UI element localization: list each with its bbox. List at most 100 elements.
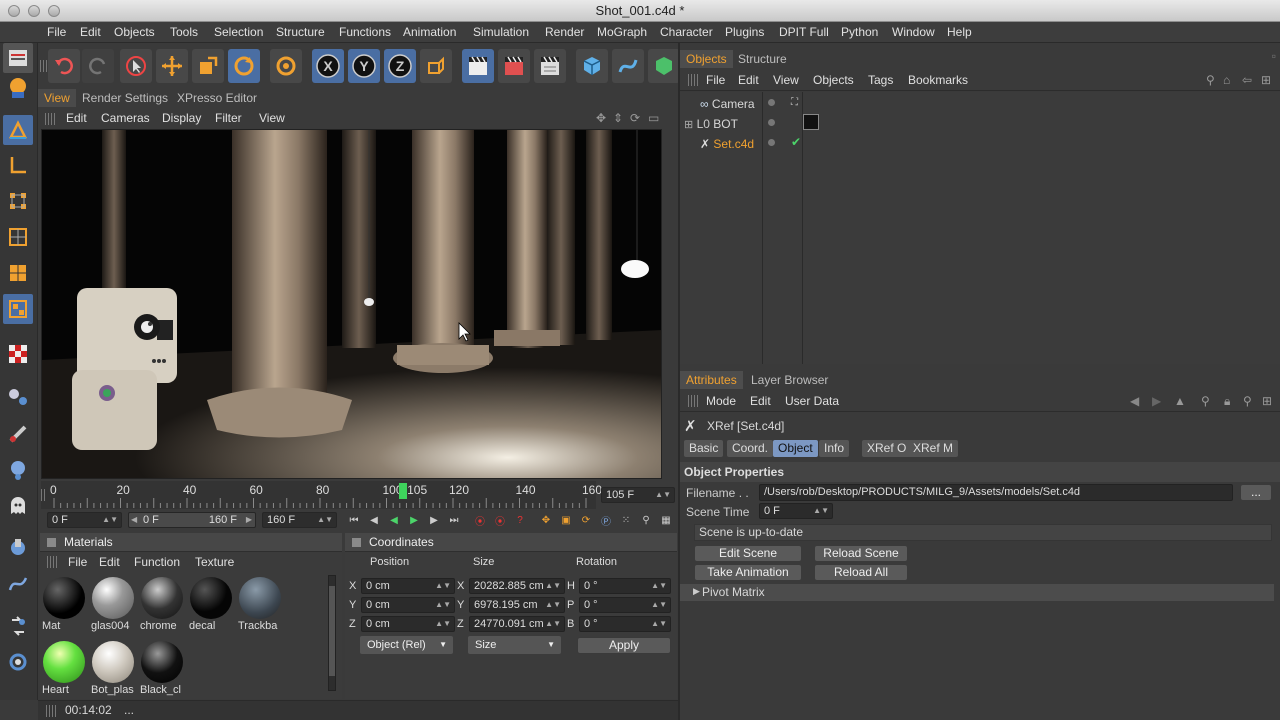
scene-time-field[interactable]: 0 F ▲▼ (759, 503, 833, 519)
size-x-field[interactable]: 20282.885 cm ▲▼ (469, 578, 565, 594)
viewport-orbit-icon[interactable]: ⟳ (630, 108, 640, 128)
menu-edit[interactable]: Edit (80, 22, 101, 43)
menu-selection[interactable]: Selection (214, 22, 263, 43)
attributes-menu-mode[interactable]: Mode (706, 391, 736, 411)
checker-icon[interactable] (3, 339, 33, 369)
scheme-icon[interactable]: ▦ (657, 512, 675, 528)
live-selection-icon[interactable] (3, 383, 33, 413)
material-swatch[interactable]: Bot_plas (91, 640, 135, 698)
visibility-dot-icon[interactable] (768, 99, 775, 106)
layout-icon[interactable] (3, 43, 33, 73)
selection-tool-icon[interactable] (120, 49, 152, 83)
auto-keying-icon[interactable]: ⦿ (491, 512, 509, 528)
menu-character[interactable]: Character (660, 22, 713, 43)
display-tag-icon[interactable] (803, 114, 819, 130)
3d-viewport[interactable] (41, 129, 662, 479)
objects-menu-bookmarks[interactable]: Bookmarks (908, 70, 968, 90)
menu-mograph[interactable]: MoGraph (597, 22, 647, 43)
pivot-matrix-group[interactable]: ▶ Pivot Matrix (680, 584, 1274, 601)
end-frame-field[interactable]: 160 F ▲▼ (262, 512, 337, 528)
objects-back-icon[interactable]: ⇦ (1242, 70, 1252, 90)
objects-home-icon[interactable]: ⌂ (1223, 70, 1230, 90)
record-rotation-icon[interactable]: ⟳ (577, 512, 595, 528)
next-key-icon[interactable]: ▶ (425, 512, 443, 528)
goto-end-icon[interactable]: ⏭ (445, 512, 463, 528)
visibility-dot-icon[interactable] (768, 139, 775, 146)
record-pla-icon[interactable]: ⁙ (617, 512, 635, 528)
record-keys-icon[interactable]: ⦿ (471, 512, 489, 528)
tab-basic[interactable]: Basic (684, 440, 724, 457)
tab-view[interactable]: View (38, 89, 76, 107)
viewport-menu-grip-icon[interactable] (45, 113, 55, 125)
edges-mode-icon[interactable] (3, 222, 33, 252)
close-window-button[interactable] (8, 5, 20, 17)
reload-scene-button[interactable]: Reload Scene (814, 545, 908, 562)
rotate-tool-icon[interactable] (228, 49, 260, 83)
arrows-icon[interactable] (3, 611, 33, 641)
keyframe-selection-icon[interactable]: ? (511, 512, 529, 528)
tab-objects[interactable]: Objects (680, 50, 733, 68)
rotation-p-field[interactable]: 0 ° ▲▼ (579, 597, 671, 613)
objects-menu-grip-icon[interactable] (688, 74, 698, 86)
menu-simulation[interactable]: Simulation (473, 22, 529, 43)
tab-structure[interactable]: Structure (732, 50, 793, 68)
timeline-ruler[interactable]: 0 20 40 60 80 100 105 120 140 160 (41, 481, 602, 509)
menu-plugins[interactable]: Plugins (725, 22, 764, 43)
menu-help[interactable]: Help (947, 22, 972, 43)
magnet-icon[interactable] (3, 533, 33, 563)
zoom-window-button[interactable] (48, 5, 60, 17)
object-row-bot[interactable]: ⊞ L0 BOT (684, 114, 738, 134)
attributes-menu-user-data[interactable]: User Data (785, 391, 839, 411)
ghost-icon[interactable] (3, 491, 33, 521)
render-view-icon[interactable] (462, 49, 494, 83)
panel-options-icon[interactable]: ▫ (1272, 49, 1276, 63)
viewport-menu-display[interactable]: Display (162, 108, 201, 128)
material-swatch[interactable]: Heart (42, 640, 86, 698)
tab-xref-m[interactable]: XRef M (908, 440, 959, 457)
record-parameter-icon[interactable]: Ⓟ (597, 512, 615, 528)
cube-primitive-icon[interactable] (576, 49, 608, 83)
position-x-field[interactable]: 0 cm ▲▼ (361, 578, 455, 594)
menu-python[interactable]: Python (841, 22, 878, 43)
render-picture-viewer-icon[interactable] (498, 49, 530, 83)
objects-menu-objects[interactable]: Objects (813, 70, 854, 90)
menu-structure[interactable]: Structure (276, 22, 325, 43)
tab-object[interactable]: Object (773, 440, 818, 457)
viewport-menu-view[interactable]: View (259, 108, 285, 128)
expand-arrow-icon[interactable]: ▶ (693, 586, 700, 597)
bot-scene-icon[interactable] (3, 73, 33, 103)
timeline-current-frame-marker[interactable] (399, 483, 408, 499)
frame-range-slider[interactable]: 0 F 160 F ◀ ▶ (128, 512, 256, 528)
viewport-menu-filter[interactable]: Filter (215, 108, 242, 128)
objects-menu-file[interactable]: File (706, 70, 725, 90)
play-reverse-icon[interactable]: ◀ (385, 512, 403, 528)
menu-objects[interactable]: Objects (114, 22, 155, 43)
visibility-dot-icon[interactable] (768, 119, 775, 126)
menu-file[interactable]: File (47, 22, 66, 43)
attributes-menu-edit[interactable]: Edit (750, 391, 771, 411)
menu-animation[interactable]: Animation (403, 22, 456, 43)
enabled-check-icon[interactable]: ✔ (791, 135, 801, 149)
record-position-icon[interactable]: ✥ (537, 512, 555, 528)
tab-xref-o[interactable]: XRef O (862, 440, 912, 457)
filename-field[interactable]: /Users/rob/Desktop/PRODUCTS/MILG_9/Asset… (759, 484, 1233, 501)
attributes-menu-grip-icon[interactable] (688, 395, 698, 407)
attr-search-icon[interactable]: ⚲ (1201, 391, 1210, 411)
z-axis-lock-icon[interactable]: Z (384, 49, 416, 83)
material-swatch[interactable]: Black_cl (140, 640, 184, 698)
materials-scrollbar[interactable] (328, 575, 336, 691)
expand-icon[interactable]: ⊞ (684, 119, 693, 131)
attr-forward-icon[interactable]: ▶ (1152, 391, 1161, 411)
position-z-field[interactable]: 0 cm ▲▼ (361, 616, 455, 632)
material-swatch[interactable]: glas004 (91, 576, 135, 634)
knife-icon[interactable] (3, 419, 33, 449)
polygons-mode-icon[interactable] (3, 258, 33, 288)
points-mode-icon[interactable] (3, 186, 33, 216)
viewport-menu-edit[interactable]: Edit (66, 108, 87, 128)
settings-icon[interactable] (3, 647, 33, 677)
camera-target-tag-icon[interactable]: ⛶ (791, 97, 798, 108)
attr-new-window-icon[interactable]: ⊞ (1262, 391, 1272, 411)
objects-menu-edit[interactable]: Edit (738, 70, 759, 90)
render-settings-icon[interactable] (534, 49, 566, 83)
menu-functions[interactable]: Functions (339, 22, 391, 43)
